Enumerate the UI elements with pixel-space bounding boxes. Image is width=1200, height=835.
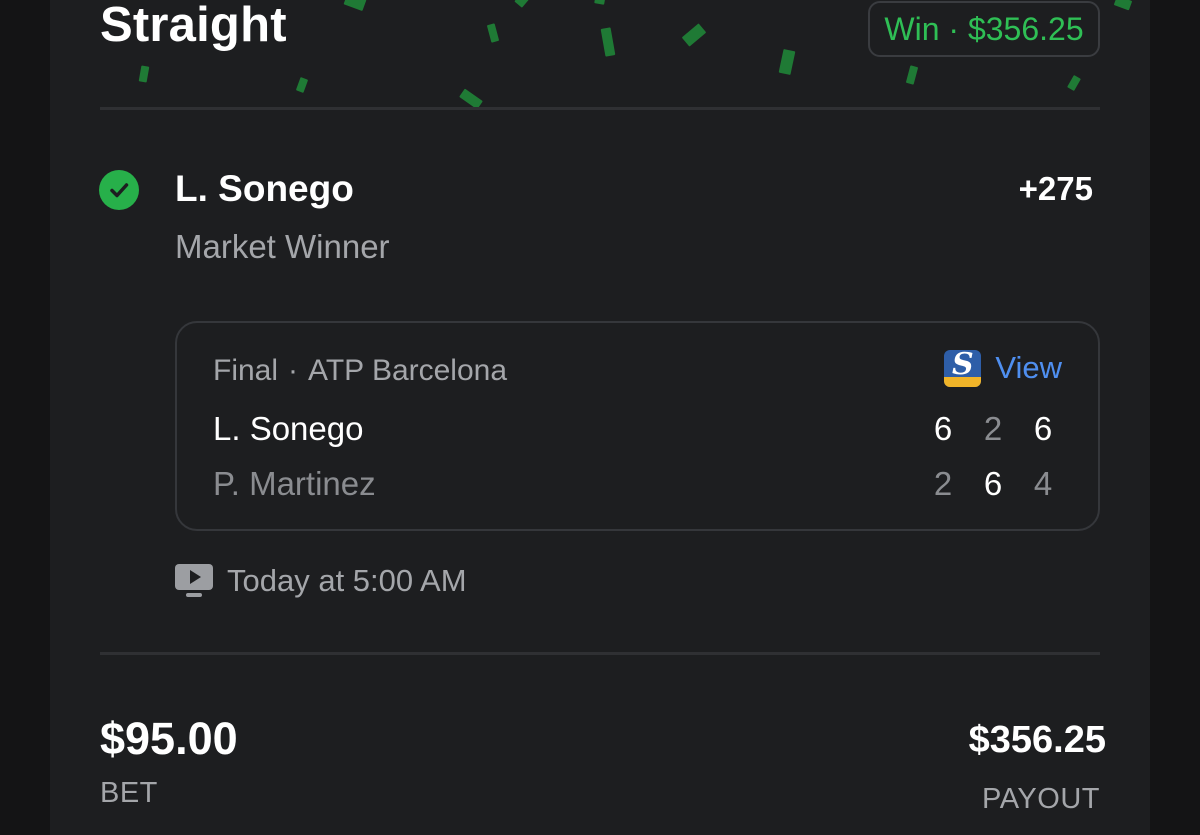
- payout-amount: $356.25: [968, 719, 1106, 761]
- player-name: P. Martinez: [213, 465, 376, 502]
- set-score: 2: [983, 410, 1003, 447]
- footer-divider: [100, 652, 1100, 655]
- header-divider: [100, 107, 1100, 110]
- set-score: 6: [933, 410, 953, 447]
- player-row: L. Sonego 6 2 6: [213, 409, 1068, 449]
- check-circle-icon: [99, 170, 139, 210]
- right-backdrop: [1150, 0, 1200, 835]
- event-score-card: Final · ATP Barcelona S View L. Sonego 6 2…: [175, 321, 1100, 531]
- market-label: Market Winner: [175, 228, 390, 265]
- bet-type-title: Straight: [100, 0, 287, 52]
- set-score: 6: [1033, 410, 1053, 447]
- set-scores: 6 2 6: [918, 409, 1068, 449]
- set-score: 6: [983, 465, 1003, 502]
- player-row: P. Martinez 2 6 4: [213, 464, 1068, 504]
- bet-slip-card: Straight Win · $356.25 L. Sonego +275 Ma…: [50, 0, 1150, 835]
- header-separator: ·: [288, 354, 299, 387]
- tv-play-icon: [175, 564, 213, 598]
- selection-name: L. Sonego: [175, 168, 354, 209]
- score-provider-logo-icon: S: [944, 349, 982, 387]
- set-score: 4: [1033, 465, 1053, 502]
- event-start-time: Today at 5:00 AM: [175, 562, 467, 600]
- event-status: Final: [213, 354, 279, 387]
- set-score: 2: [933, 465, 953, 502]
- selection-odds: +275: [1018, 170, 1093, 207]
- event-competition: ATP Barcelona: [308, 354, 508, 387]
- result-badge: Win · $356.25: [868, 1, 1100, 57]
- left-backdrop: [0, 0, 50, 835]
- view-link-label: View: [995, 350, 1062, 385]
- stake-amount: $95.00: [100, 713, 238, 764]
- start-time-text: Today at 5:00 AM: [227, 563, 467, 598]
- event-header: Final · ATP Barcelona: [213, 353, 507, 389]
- payout-label: PAYOUT: [982, 783, 1100, 815]
- player-name: L. Sonego: [213, 410, 364, 447]
- set-scores: 2 6 4: [918, 464, 1068, 504]
- stake-label: BET: [100, 777, 158, 809]
- view-event-link[interactable]: S View: [944, 349, 1062, 387]
